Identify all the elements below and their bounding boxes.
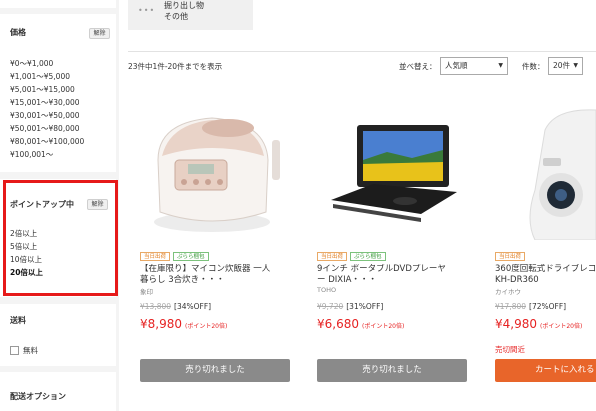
original-price: ¥17,800 [495, 302, 527, 311]
result-count-text: 23件中1件-20件までを表示 [128, 62, 223, 71]
product-image-rice-cooker[interactable] [140, 100, 290, 240]
category-tile-line1: 掘り出し物 [164, 1, 204, 10]
product-tags: 当日出荷 [495, 252, 526, 261]
original-price-row: ¥17,800 [72%OFF] [495, 302, 566, 311]
count-label: 件数： [522, 62, 545, 71]
free-shipping-label: 無料 [23, 346, 38, 355]
count-select[interactable]: 20件 ▼ [548, 57, 583, 75]
price-row: ¥8,980 (ポイント20倍) [140, 313, 227, 332]
price-option[interactable]: ¥1,001〜¥5,000 [10, 70, 84, 83]
point-rate: (ポイント20倍) [540, 323, 583, 330]
same-day-shipping-tag: 当日出荷 [317, 252, 348, 261]
original-price: ¥13,800 [140, 302, 172, 311]
price-option[interactable]: ¥15,001〜¥30,000 [10, 96, 84, 109]
shipping-filter-heading: 送料 [10, 316, 26, 325]
delivery-filter-panel: 配送オプション [0, 372, 116, 411]
free-shipping-checkbox[interactable] [10, 346, 19, 355]
original-price-row: ¥13,800 [34%OFF] [140, 302, 211, 311]
same-day-shipping-tag: 当日出荷 [140, 252, 171, 261]
point-rate: (ポイント20倍) [185, 323, 228, 330]
count-select-value: 20件 [553, 61, 571, 70]
discount-rate: [34%OFF] [174, 302, 212, 311]
sort-select[interactable]: 人気順 ▼ [440, 57, 508, 75]
product-tags: 当日出荷 ぷらら梱包 [140, 252, 209, 261]
product-title[interactable]: 360度回転式ドライブレコーダー KH-DR360 [495, 264, 596, 286]
sale-price: ¥4,980 [495, 317, 537, 331]
sold-out-button[interactable]: 売り切れました [140, 359, 290, 382]
price-clear-button[interactable]: 解除 [89, 28, 110, 39]
product-image-dvd-player[interactable] [317, 100, 467, 240]
discount-rate: [31%OFF] [346, 302, 384, 311]
free-shipping-option[interactable]: 無料 [10, 345, 38, 356]
price-option-list: ¥0〜¥1,000 ¥1,001〜¥5,000 ¥5,001〜¥15,000 ¥… [10, 57, 84, 161]
original-price: ¥9,720 [317, 302, 344, 311]
plus-packing-tag: ぷらら梱包 [173, 252, 209, 261]
sort-select-value: 人気順 [445, 61, 468, 70]
highlight-annotation-box [3, 180, 118, 296]
product-tags: 当日出荷 ぷらら梱包 [317, 252, 386, 261]
price-row: ¥4,980 (ポイント20倍) [495, 313, 582, 332]
original-price-row: ¥9,720 [31%OFF] [317, 302, 383, 311]
sort-label: 並べ替え： [399, 62, 437, 71]
discount-rate: [72%OFF] [529, 302, 567, 311]
product-brand: 象印 [140, 288, 153, 296]
price-option[interactable]: ¥30,001〜¥50,000 [10, 109, 84, 122]
price-row: ¥6,680 (ポイント20倍) [317, 313, 404, 332]
plus-packing-tag: ぷらら梱包 [350, 252, 386, 261]
divider [128, 51, 596, 52]
more-dots-icon: ••• [138, 6, 156, 15]
sale-price: ¥8,980 [140, 317, 182, 331]
sidebar-top-block [0, 0, 116, 8]
product-title[interactable]: 9インチ ポータブルDVDプレーヤー DIXIA・・・ [317, 264, 449, 286]
dropdown-arrow-icon: ▼ [573, 62, 578, 69]
product-card[interactable]: 当日出荷 ぷらら梱包 【在庫限り】マイコン炊飯器 一人暮らし 3合炊き・・・ 象… [140, 100, 290, 400]
add-to-cart-button[interactable]: カートに入れる [495, 359, 596, 382]
price-filter-panel: 価格 解除 ¥0〜¥1,000 ¥1,001〜¥5,000 ¥5,001〜¥15… [0, 14, 116, 172]
product-brand: カイホウ [495, 288, 521, 296]
product-image-drive-recorder[interactable] [495, 100, 596, 240]
filter-sidebar: 価格 解除 ¥0〜¥1,000 ¥1,001〜¥5,000 ¥5,001〜¥15… [0, 0, 119, 411]
price-option[interactable]: ¥50,001〜¥80,000 [10, 122, 84, 135]
sale-price: ¥6,680 [317, 317, 359, 331]
category-tile-other[interactable]: ••• 掘り出し物 その他 [128, 0, 253, 30]
shipping-filter-panel: 送料 [0, 304, 116, 366]
price-option[interactable]: ¥0〜¥1,000 [10, 57, 84, 70]
price-option[interactable]: ¥5,001〜¥15,000 [10, 83, 84, 96]
sold-out-button[interactable]: 売り切れました [317, 359, 467, 382]
price-option[interactable]: ¥80,001〜¥100,000 [10, 135, 84, 148]
same-day-shipping-tag: 当日出荷 [495, 252, 526, 261]
product-title[interactable]: 【在庫限り】マイコン炊飯器 一人暮らし 3合炊き・・・ [140, 264, 272, 286]
delivery-filter-heading: 配送オプション [10, 392, 66, 401]
product-card[interactable]: 当日出荷 ぷらら梱包 9インチ ポータブルDVDプレーヤー DIXIA・・・ T… [317, 100, 467, 400]
point-rate: (ポイント20倍) [362, 323, 405, 330]
dropdown-arrow-icon: ▼ [498, 62, 503, 69]
product-brand: TOHO [317, 286, 337, 294]
product-card[interactable]: 当日出荷 360度回転式ドライブレコーダー KH-DR360 カイホウ ¥17,… [495, 100, 596, 400]
category-tile-line2: その他 [164, 12, 188, 21]
price-option[interactable]: ¥100,001〜 [10, 148, 84, 161]
price-filter-heading: 価格 [10, 28, 26, 37]
stock-status: 売切間近 [495, 345, 525, 354]
